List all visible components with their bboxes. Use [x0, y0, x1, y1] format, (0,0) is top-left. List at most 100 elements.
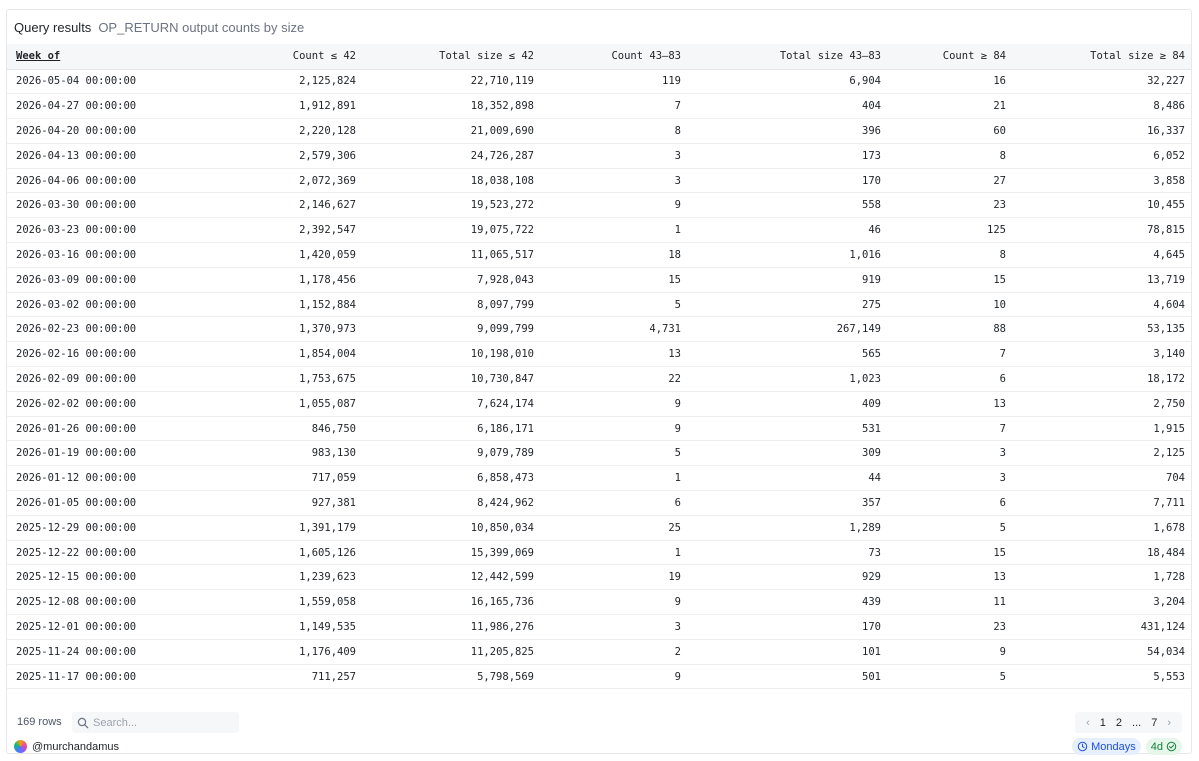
row-count: 169 rows [17, 716, 62, 728]
cell-count-small: 1,605,126 [177, 540, 362, 566]
table-row[interactable]: 2026-04-06 00:00:00 2,072,369 18,038,108 3 1… [7, 168, 1191, 194]
cell-count-medium: 3 [540, 168, 687, 194]
cell-count-medium: 1 [540, 465, 687, 492]
author-link[interactable]: @murchandamus [14, 740, 119, 753]
table-row[interactable]: 2026-02-09 00:00:00 1,753,675 10,730,847 22… [7, 366, 1191, 392]
cell-week-of: 2025-11-17 00:00:00 [7, 664, 177, 690]
cell-count-large: 13 [887, 564, 1012, 591]
column-header-count-small[interactable]: Count ≤ 42 [177, 44, 362, 70]
cell-count-medium: 7 [540, 93, 687, 120]
table-row[interactable]: 2026-03-30 00:00:00 2,146,627 19,523,272 9 5… [7, 192, 1191, 219]
table-row[interactable]: 2025-12-15 00:00:00 1,239,623 12,442,599 19… [7, 564, 1191, 591]
table-row[interactable]: 2025-12-08 00:00:00 1,559,058 16,165,736 9 4… [7, 589, 1191, 616]
table-body: 2026-05-04 00:00:00 2,125,824 22,710,119 11… [7, 69, 1191, 690]
check-circle-icon [1166, 741, 1177, 752]
cell-size-medium: 1,016 [687, 242, 887, 268]
cell-count-small: 1,420,059 [177, 242, 362, 268]
cell-week-of: 2026-03-09 00:00:00 [7, 267, 177, 293]
cell-count-small: 1,854,004 [177, 341, 362, 368]
cell-count-medium: 9 [540, 391, 687, 417]
schedule-badge[interactable]: Mondays [1072, 738, 1141, 755]
cell-count-small: 1,176,409 [177, 639, 362, 665]
prev-page-button[interactable]: ‹ [1081, 717, 1095, 729]
cell-size-small: 10,730,847 [362, 366, 540, 392]
next-page-button[interactable]: › [1162, 717, 1176, 729]
cell-week-of: 2026-03-30 00:00:00 [7, 192, 177, 219]
table-row[interactable]: 2025-11-24 00:00:00 1,176,409 11,205,825 2 1… [7, 639, 1191, 665]
cell-count-large: 15 [887, 540, 1012, 566]
table-row[interactable]: 2026-01-12 00:00:00 717,059 6,858,473 1 44 3 7… [7, 465, 1191, 492]
page-button-2[interactable]: 2 [1111, 717, 1127, 729]
cell-week-of: 2026-02-16 00:00:00 [7, 341, 177, 368]
cell-count-large: 8 [887, 143, 1012, 169]
cell-count-large: 5 [887, 515, 1012, 541]
cell-size-large: 1,678 [1012, 515, 1191, 541]
table-row[interactable]: 2026-02-02 00:00:00 1,055,087 7,624,174 9 40… [7, 391, 1191, 417]
table-row[interactable]: 2026-01-19 00:00:00 983,130 9,079,789 5 309 3… [7, 440, 1191, 467]
cell-size-small: 10,198,010 [362, 341, 540, 368]
cell-size-medium: 1,023 [687, 366, 887, 392]
table-row[interactable]: 2026-01-26 00:00:00 846,750 6,186,171 9 531 7… [7, 416, 1191, 442]
table-row[interactable]: 2026-02-16 00:00:00 1,854,004 10,198,010 13… [7, 341, 1191, 368]
cell-week-of: 2026-01-05 00:00:00 [7, 490, 177, 516]
table-row[interactable]: 2026-01-05 00:00:00 927,381 8,424,962 6 357 6… [7, 490, 1191, 516]
cell-week-of: 2026-02-02 00:00:00 [7, 391, 177, 417]
column-header-count-medium[interactable]: Count 43–83 [540, 44, 687, 70]
table-row[interactable]: 2026-05-04 00:00:00 2,125,824 22,710,119 11… [7, 69, 1191, 95]
cell-size-large: 4,645 [1012, 242, 1191, 268]
cell-count-medium: 25 [540, 515, 687, 541]
freshness-badge[interactable]: 4d [1145, 738, 1182, 755]
cell-size-medium: 101 [687, 639, 887, 665]
column-header-week-of[interactable]: Week of [7, 44, 177, 70]
column-header-size-small[interactable]: Total size ≤ 42 [362, 44, 540, 70]
page-button-1[interactable]: 1 [1095, 717, 1111, 729]
cell-count-large: 13 [887, 391, 1012, 417]
table-row[interactable]: 2026-03-16 00:00:00 1,420,059 11,065,517 18… [7, 242, 1191, 268]
table-row[interactable]: 2026-04-20 00:00:00 2,220,128 21,009,690 8 3… [7, 118, 1191, 144]
cell-count-medium: 13 [540, 341, 687, 368]
table-row[interactable]: 2025-12-01 00:00:00 1,149,535 11,986,276 3 1… [7, 614, 1191, 640]
search-box[interactable] [72, 712, 239, 733]
table-row[interactable]: 2026-03-02 00:00:00 1,152,884 8,097,799 5 27… [7, 292, 1191, 318]
cell-week-of: 2025-12-15 00:00:00 [7, 564, 177, 591]
cell-size-medium: 73 [687, 540, 887, 566]
cell-count-medium: 4,731 [540, 316, 687, 343]
cell-count-medium: 1 [540, 217, 687, 244]
table-row[interactable]: 2025-12-22 00:00:00 1,605,126 15,399,069 1 7… [7, 540, 1191, 566]
table-row[interactable]: 2025-11-17 00:00:00 711,257 5,798,569 9 501 5… [7, 664, 1191, 690]
column-header-size-medium[interactable]: Total size 43–83 [687, 44, 887, 70]
avatar [14, 740, 27, 753]
table-row[interactable]: 2025-12-29 00:00:00 1,391,179 10,850,034 25… [7, 515, 1191, 541]
table-row[interactable]: 2026-03-09 00:00:00 1,178,456 7,928,043 15 9… [7, 267, 1191, 293]
cell-size-medium: 46 [687, 217, 887, 244]
cell-size-large: 18,172 [1012, 366, 1191, 392]
cell-week-of: 2025-12-22 00:00:00 [7, 540, 177, 566]
cell-count-small: 2,125,824 [177, 69, 362, 95]
cell-size-small: 10,850,034 [362, 515, 540, 541]
cell-count-medium: 8 [540, 118, 687, 144]
column-header-count-large[interactable]: Count ≥ 84 [887, 44, 1012, 70]
cell-count-small: 2,579,306 [177, 143, 362, 169]
table-row[interactable]: 2026-04-13 00:00:00 2,579,306 24,726,287 3 1… [7, 143, 1191, 169]
search-input[interactable] [91, 715, 235, 730]
author-name[interactable]: @murchandamus [32, 741, 119, 753]
column-header-size-large[interactable]: Total size ≥ 84 [1012, 44, 1191, 70]
cell-count-small: 711,257 [177, 664, 362, 690]
cell-size-small: 19,075,722 [362, 217, 540, 244]
page-button-7[interactable]: 7 [1146, 717, 1162, 729]
table-row[interactable]: 2026-02-23 00:00:00 1,370,973 9,099,799 4,7… [7, 316, 1191, 343]
cell-size-small: 11,065,517 [362, 242, 540, 268]
cell-week-of: 2026-03-23 00:00:00 [7, 217, 177, 244]
cell-count-small: 2,072,369 [177, 168, 362, 194]
cell-size-small: 11,205,825 [362, 639, 540, 665]
cell-size-small: 22,710,119 [362, 69, 540, 95]
cell-count-medium: 3 [540, 614, 687, 640]
cell-size-medium: 396 [687, 118, 887, 144]
cell-count-large: 15 [887, 267, 1012, 293]
cell-size-large: 3,858 [1012, 168, 1191, 194]
table-row[interactable]: 2026-03-23 00:00:00 2,392,547 19,075,722 1 4… [7, 217, 1191, 244]
cell-count-small: 1,559,058 [177, 589, 362, 616]
cell-week-of: 2026-04-20 00:00:00 [7, 118, 177, 144]
table-row[interactable]: 2026-04-27 00:00:00 1,912,891 18,352,898 7 4… [7, 93, 1191, 120]
cell-count-large: 125 [887, 217, 1012, 244]
